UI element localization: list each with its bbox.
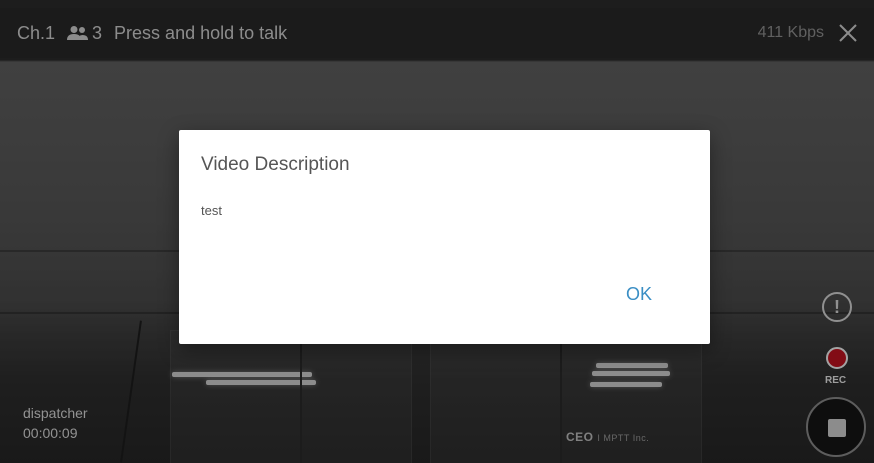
video-description-dialog: Video Description test OK (179, 130, 710, 344)
dialog-body: test (201, 203, 222, 218)
dialog-title: Video Description (201, 154, 350, 175)
ok-button[interactable]: OK (615, 280, 663, 308)
